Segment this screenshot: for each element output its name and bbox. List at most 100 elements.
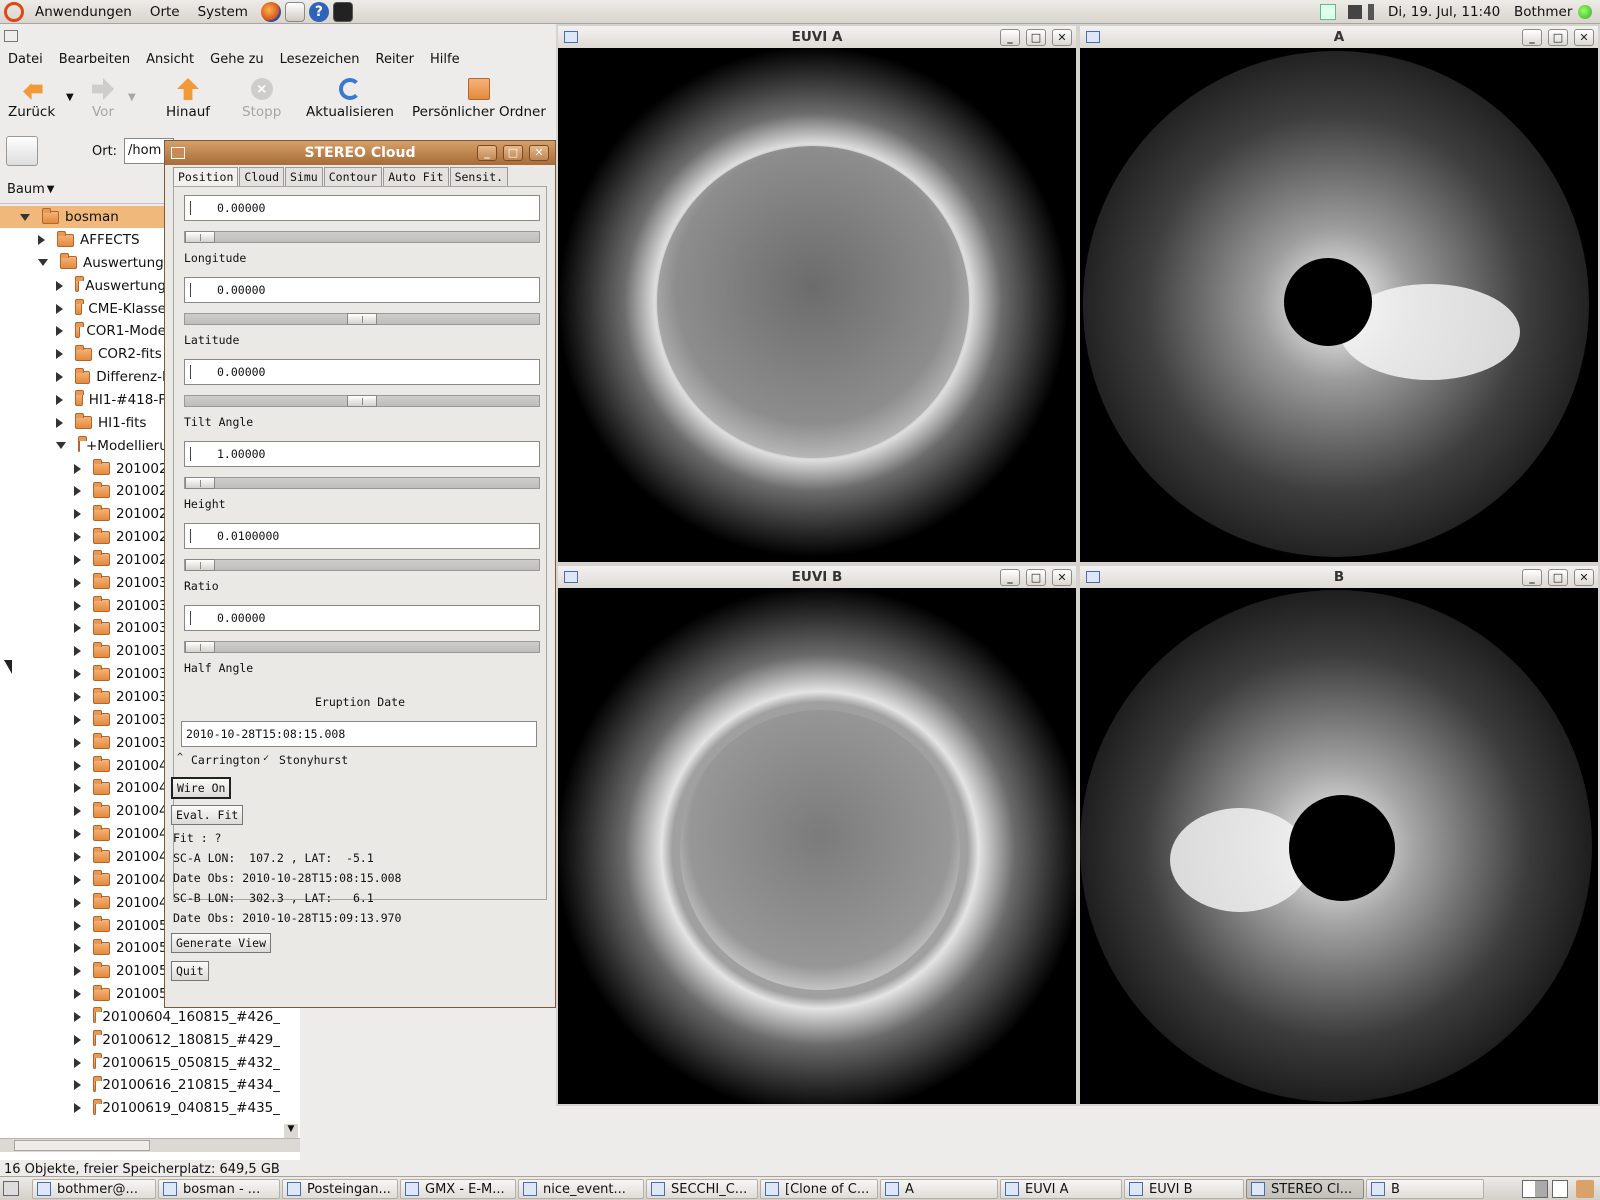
expander-icon[interactable] — [74, 509, 81, 520]
tree-horizontal-scrollbar[interactable] — [0, 1138, 300, 1152]
toggle-location-entry-icon[interactable] — [6, 136, 38, 166]
tree-row[interactable]: HI1-fits — [0, 412, 166, 434]
tab-auto-fit[interactable]: Auto Fit — [383, 167, 449, 186]
tree-row[interactable]: Auswertung — [0, 252, 166, 274]
expander-icon[interactable] — [56, 280, 63, 291]
stop-button[interactable]: × Stopp — [242, 78, 281, 120]
tab-sensit[interactable]: Sensit. — [449, 167, 509, 186]
generate-view-button[interactable]: Generate View — [171, 933, 272, 953]
tree-row[interactable]: 20100615_050815_#432_ — [0, 1052, 280, 1074]
euvi-b-image[interactable] — [558, 588, 1076, 1104]
maximize-icon[interactable]: □ — [503, 145, 523, 161]
expander-icon[interactable] — [74, 692, 81, 702]
tree-row[interactable]: CME-Klasse — [0, 298, 166, 320]
expander-icon[interactable] — [74, 600, 81, 611]
show-desktop-icon[interactable] — [3, 1181, 19, 1196]
window-menu-icon[interactable] — [4, 30, 18, 42]
window-title-bar[interactable]: A _ □ ✕ — [1080, 26, 1598, 48]
help-launcher-icon[interactable]: ? — [308, 1, 329, 22]
tab-cloud[interactable]: Cloud — [239, 167, 285, 186]
expander-icon[interactable] — [74, 1080, 81, 1091]
tree-row[interactable]: 20100612_180815_#429_ — [0, 1029, 280, 1051]
computer-icon[interactable] — [1348, 5, 1362, 19]
taskbar-item[interactable]: STEREO Cl... — [1246, 1179, 1364, 1199]
taskbar-item[interactable]: A — [880, 1179, 998, 1199]
expander-icon[interactable] — [74, 463, 81, 474]
window-title-bar[interactable]: EUVI A _ □ ✕ — [558, 26, 1076, 48]
param-input[interactable]: 1.00000 — [184, 441, 540, 467]
menu-applications[interactable]: Anwendungen — [26, 4, 141, 20]
menu-system[interactable]: System — [189, 4, 257, 20]
taskbar-item[interactable]: [Clone of C... — [760, 1179, 878, 1199]
expander-icon[interactable] — [56, 442, 66, 450]
workspace-switcher[interactable] — [1522, 1180, 1548, 1198]
minimize-icon[interactable]: _ — [1522, 569, 1542, 586]
status-online-icon[interactable] — [1578, 5, 1592, 19]
eval-fit-button[interactable]: Eval. Fit — [171, 805, 244, 825]
menu-datei[interactable]: Datei — [0, 52, 51, 67]
menu-places[interactable]: Orte — [141, 4, 189, 20]
home-folder-button[interactable]: Persönlicher Ordner — [412, 78, 546, 120]
forward-button[interactable]: Vor — [92, 78, 114, 120]
expander-icon[interactable] — [74, 554, 81, 565]
expander-icon[interactable] — [74, 760, 81, 771]
tree-row[interactable]: 20100604_160815_#426_ — [0, 1006, 280, 1028]
param-input[interactable]: 0.00000 — [184, 359, 540, 385]
slider-thumb[interactable] — [185, 477, 215, 489]
expander-icon[interactable] — [56, 326, 63, 337]
window-title-bar[interactable]: B _ □ ✕ — [1080, 566, 1598, 588]
expander-icon[interactable] — [74, 989, 81, 1000]
taskbar-item[interactable]: bosman - ... — [158, 1179, 280, 1199]
wire-on-button[interactable]: Wire On — [171, 777, 232, 799]
maximize-icon[interactable]: □ — [1026, 569, 1046, 586]
stereo-title-bar[interactable]: STEREO Cloud _ □ ✕ — [165, 141, 555, 165]
forward-history-chevron-icon[interactable]: ▼ — [128, 92, 136, 103]
expander-icon[interactable] — [56, 372, 63, 383]
clock[interactable]: Di, 19. Jul, 11:40 — [1388, 4, 1500, 20]
taskbar-item[interactable]: nice_event... — [518, 1179, 644, 1199]
expander-icon[interactable] — [74, 851, 81, 862]
tree-row[interactable]: Auswertung — [0, 275, 166, 297]
expander-icon[interactable] — [74, 1034, 81, 1045]
tree-row[interactable]: Differenz-I — [0, 366, 166, 388]
param-slider[interactable] — [184, 231, 540, 243]
radio-stonyhurst-label[interactable]: Stonyhurst — [279, 753, 348, 767]
cor-a-image[interactable] — [1080, 48, 1598, 562]
window-title-bar[interactable]: EUVI B _ □ ✕ — [558, 566, 1076, 588]
menu-bearbeiten[interactable]: Bearbeiten — [51, 52, 138, 67]
expander-icon[interactable] — [74, 1011, 81, 1022]
taskbar-item[interactable]: SECCHI_C... — [646, 1179, 758, 1199]
expander-icon[interactable] — [56, 394, 63, 405]
slider-thumb[interactable] — [185, 559, 215, 571]
tree-row[interactable]: COR2-fits — [0, 343, 166, 365]
maximize-icon[interactable]: □ — [1548, 29, 1568, 46]
param-slider[interactable] — [184, 477, 540, 489]
firefox-launcher-icon[interactable] — [260, 1, 281, 22]
expander-icon[interactable] — [38, 259, 48, 267]
radio-carrington-label[interactable]: Carrington — [191, 753, 260, 767]
tree-row[interactable]: COR1-Mode — [0, 320, 166, 342]
param-input[interactable]: 0.0100000 — [184, 523, 540, 549]
workspace-2-icon[interactable] — [1552, 1180, 1568, 1198]
slider-thumb[interactable] — [185, 641, 215, 653]
window-menu-icon[interactable] — [1086, 31, 1100, 43]
expander-icon[interactable] — [74, 623, 81, 634]
minimize-icon[interactable]: _ — [1000, 29, 1020, 46]
up-button[interactable]: Hinauf — [166, 78, 210, 120]
expander-icon[interactable] — [74, 646, 81, 657]
quit-button[interactable]: Quit — [171, 961, 209, 981]
param-input[interactable]: 0.00000 — [184, 277, 540, 303]
expander-icon[interactable] — [74, 669, 81, 680]
close-icon[interactable]: ✕ — [1574, 569, 1594, 586]
param-input[interactable]: 0.00000 — [184, 195, 540, 221]
expander-open-icon[interactable] — [20, 213, 30, 221]
expander-icon[interactable] — [74, 966, 81, 977]
terminal-launcher-icon[interactable] — [332, 1, 353, 22]
expander-icon[interactable] — [74, 1103, 81, 1114]
window-menu-icon[interactable] — [564, 31, 578, 43]
taskbar-item[interactable]: B — [1366, 1179, 1484, 1199]
radio-stonyhurst-icon[interactable]: ✓ — [263, 753, 269, 764]
maximize-icon[interactable]: □ — [1548, 569, 1568, 586]
window-menu-icon[interactable] — [171, 147, 185, 159]
param-slider[interactable] — [184, 313, 540, 325]
